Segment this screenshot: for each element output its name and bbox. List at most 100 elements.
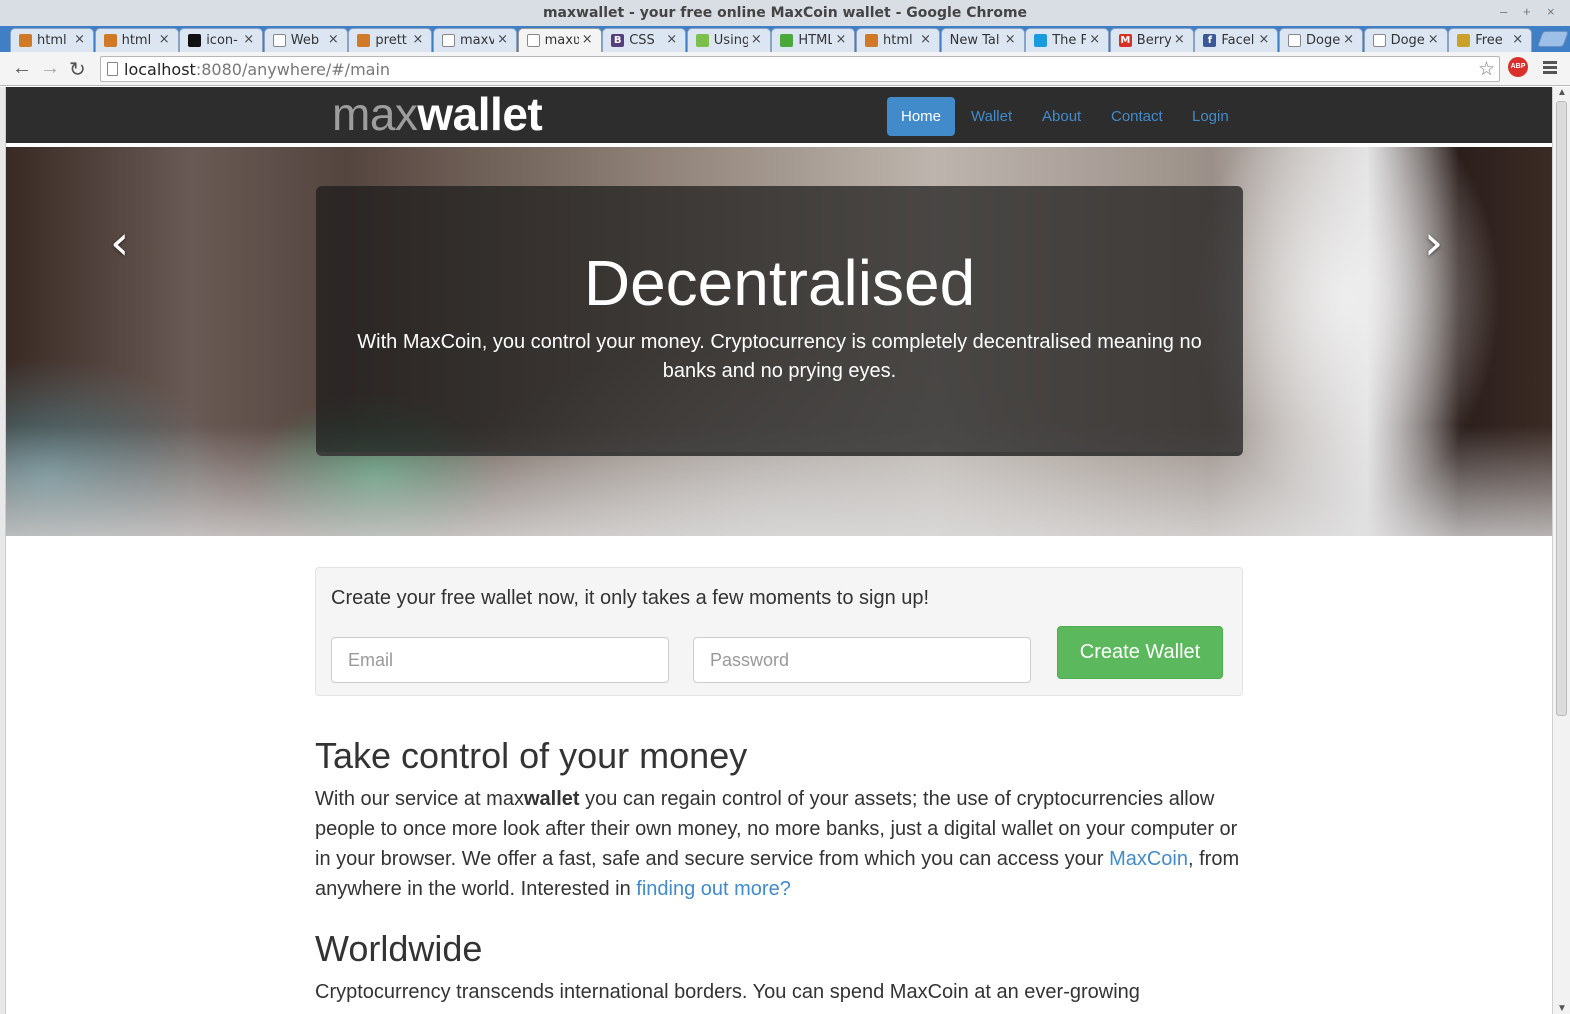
tab-favicon-icon [526,34,540,47]
chrome-menu-icon[interactable] [1543,61,1557,74]
tab-close-icon[interactable]: × [582,32,593,47]
tab-close-icon[interactable]: × [751,32,762,47]
carousel-next-icon[interactable]: › [1424,215,1443,271]
browser-toolbar: ← → ↻ localhost:8080/anywhere/#/main ☆ [0,52,1570,86]
nav-contact[interactable]: Contact [1096,97,1178,136]
tab-close-icon[interactable]: × [835,32,846,47]
tab-favicon-icon [1457,34,1471,47]
tab-label: HTML [798,33,833,48]
browser-tab[interactable]: icon- × [179,28,264,52]
create-wallet-button[interactable]: Create Wallet [1057,626,1223,679]
tab-close-icon[interactable]: × [666,32,677,47]
signup-lead: Create your free wallet now, it only tak… [331,587,930,609]
tab-label: Web [290,33,320,48]
browser-tab[interactable]: The F × [1025,28,1110,52]
adblock-icon[interactable]: ABP [1508,57,1528,77]
browser-tab[interactable]: HTML × [771,28,856,52]
address-bar[interactable]: localhost:8080/anywhere/#/main ☆ [100,56,1500,82]
nav-about[interactable]: About [1027,97,1096,136]
brand-logo[interactable]: maxwallet [332,89,543,139]
tab-close-icon[interactable]: × [497,32,508,47]
tab-favicon-icon [1034,34,1048,47]
tab-close-icon[interactable]: × [1428,32,1439,47]
page-scrollbar[interactable]: ▲ ▼ [1552,87,1570,1014]
tab-favicon-icon [188,34,202,47]
email-input[interactable]: Email [331,637,669,683]
tab-close-icon[interactable]: × [1258,32,1269,47]
tab-close-icon[interactable]: × [1005,32,1016,47]
browser-tab[interactable]: M Berry × [1109,28,1194,52]
forward-arrow-icon[interactable]: → [40,57,60,80]
carousel-prev-icon[interactable]: ‹ [110,215,129,271]
site-navbar: maxwallet Home Wallet About Contact Logi… [6,87,1552,145]
tab-favicon-icon [103,34,117,47]
bookmark-star-icon[interactable]: ☆ [1478,58,1495,81]
tab-close-icon[interactable]: × [1089,32,1100,47]
signup-panel: Create your free wallet now, it only tak… [315,567,1243,696]
tab-close-icon[interactable]: × [328,32,339,47]
carousel-heading: Decentralised [583,247,976,319]
tab-label: CSS [629,33,655,48]
tab-label: html [883,33,913,48]
carousel-text: With MaxCoin, you control your money. Cr… [357,331,1202,382]
tab-favicon-icon [272,34,286,47]
tab-label: maxʋ [544,33,579,48]
tab-favicon-icon [1288,34,1301,47]
browser-tab[interactable]: html × [856,28,940,52]
section-heading-worldwide: Worldwide [315,928,483,969]
browser-tab[interactable]: Free × [1448,28,1533,52]
back-arrow-icon[interactable]: ← [12,57,32,80]
maximize-button[interactable]: + [1523,4,1531,19]
hero-carousel: ‹ › Decentralised With MaxCoin, you cont… [6,147,1552,536]
browser-tab[interactable]: f Facel × [1194,28,1279,52]
scrollbar-thumb[interactable] [1556,101,1567,716]
browser-tab[interactable]: html × [10,28,94,52]
scroll-down-icon[interactable]: ▼ [1557,1003,1567,1014]
browser-tab[interactable]: Using × [686,28,771,52]
tab-favicon-icon [19,34,32,47]
tab-label: New Tal [949,33,1000,48]
tab-favicon-icon [1372,34,1386,47]
maxcoin-link[interactable]: MaxCoin [1109,848,1188,870]
tab-close-icon[interactable]: × [1174,32,1185,47]
window-title: maxwallet - your free online MaxCoin wal… [542,5,1028,21]
browser-tab[interactable]: prett × [348,28,433,52]
page-viewport: maxwallet Home Wallet About Contact Logi… [6,87,1552,1014]
tab-close-icon[interactable]: × [243,32,254,47]
url-text[interactable]: localhost:8080/anywhere/#/main [124,60,390,79]
password-input[interactable]: Password [693,637,1031,683]
scroll-up-icon[interactable]: ▲ [1557,87,1567,98]
browser-tab[interactable]: html × [94,28,179,52]
nav-wallet[interactable]: Wallet [956,97,1027,136]
browser-tab[interactable]: B CSS × [602,28,687,52]
tab-label: The F [1052,33,1087,48]
nav-login[interactable]: Login [1177,97,1244,136]
finding-out-more-link[interactable]: finding out more? [636,878,791,900]
tab-label: Using [713,33,748,48]
tab-favicon-icon [865,34,878,47]
tab-label: Free [1475,33,1503,48]
tab-close-icon[interactable]: × [74,32,85,47]
tab-close-icon[interactable]: × [920,32,931,47]
browser-tab[interactable]: maxʋ × [517,28,602,53]
browser-tab[interactable]: Doge × [1279,28,1363,52]
reload-icon[interactable]: ↻ [69,57,86,82]
tab-label: html [37,33,67,48]
browser-tab[interactable]: Doge × [1363,28,1448,52]
tab-close-icon[interactable]: × [412,32,423,47]
nav-home[interactable]: Home [887,97,955,136]
page-icon [107,62,118,76]
browser-tab[interactable]: maxv × [433,28,517,52]
tab-label: Doge [1306,33,1340,48]
window-titlebar: maxwallet - your free online MaxCoin wal… [0,0,1570,26]
tab-close-icon[interactable]: × [1512,32,1523,47]
tab-close-icon[interactable]: × [159,32,170,47]
minimize-button[interactable]: – [1500,4,1507,19]
browser-tab[interactable]: New Tal × [940,28,1025,52]
tab-close-icon[interactable]: × [1343,32,1354,47]
browser-tab[interactable]: Web × [263,28,348,52]
tab-favicon-icon [695,34,709,47]
tab-label: icon- [206,33,238,48]
close-window-button[interactable]: × [1547,4,1555,19]
tab-label: Berry [1136,33,1171,48]
